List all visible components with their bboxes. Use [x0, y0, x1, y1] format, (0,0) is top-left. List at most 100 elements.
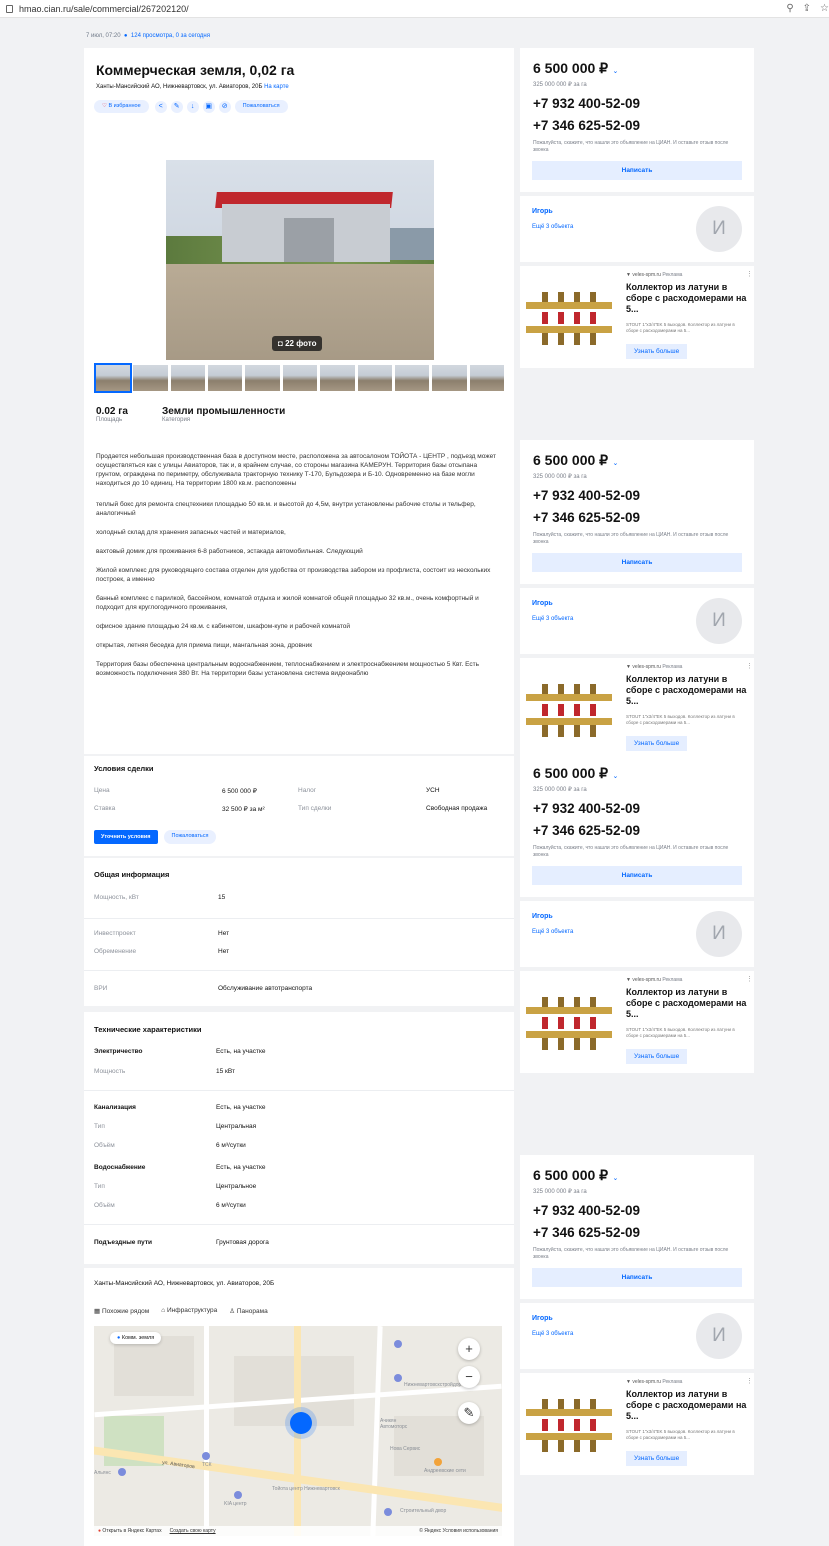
pin-icon: ●: [117, 1335, 121, 1341]
location-pin-icon[interactable]: [290, 1412, 312, 1434]
ruler-icon[interactable]: ✎: [458, 1402, 480, 1424]
views-count[interactable]: 124 просмотра, 0 за сегодня: [131, 33, 210, 39]
map-chip[interactable]: ● Комм. земля: [110, 1332, 162, 1344]
map-poi-icon[interactable]: [384, 1508, 392, 1516]
thumbnail[interactable]: [93, 363, 133, 393]
avatar[interactable]: И: [696, 911, 742, 957]
tab-panorama[interactable]: ♙ Панорама: [229, 1307, 267, 1315]
thumbnail[interactable]: [469, 365, 504, 391]
ad-learn-more-button[interactable]: Узнать больше: [626, 736, 688, 751]
print-icon[interactable]: ▣: [202, 100, 215, 113]
edit-icon[interactable]: ✎: [170, 100, 183, 113]
phone-number-secondary[interactable]: +7 346 625-52-09: [533, 823, 640, 838]
download-icon[interactable]: ↓: [186, 100, 199, 113]
thumbnail[interactable]: [394, 365, 430, 391]
ad-source[interactable]: ▼ veles-spm.ru Реклама: [626, 664, 682, 670]
thumbnail[interactable]: [208, 365, 243, 391]
favorite-button[interactable]: ♡ В избранное: [94, 100, 149, 113]
map[interactable]: ул. Авиаторов Тойота центр Нижневартовск…: [94, 1326, 502, 1536]
more-icon[interactable]: ⋮: [746, 975, 753, 983]
ad-learn-more-button[interactable]: Узнать больше: [626, 1451, 688, 1466]
phone-number-primary[interactable]: +7 932 400-52-09: [533, 1203, 640, 1218]
ad-card[interactable]: ▼ veles-spm.ru Реклама ⋮ Коллектор из лату…: [520, 1373, 754, 1475]
url-text[interactable]: hmao.cian.ru/sale/commercial/267202120/: [19, 4, 189, 14]
deal-complain-button[interactable]: Пожаловаться: [163, 830, 217, 844]
more-icon[interactable]: ⋮: [746, 662, 753, 670]
chevron-down-icon[interactable]: ⌄: [613, 68, 619, 75]
zoom-icon[interactable]: ⚲: [786, 3, 793, 14]
write-button[interactable]: Написать: [532, 161, 742, 180]
map-poi-icon[interactable]: [434, 1458, 442, 1466]
agent-more-link[interactable]: Ещё 3 объекта: [532, 616, 573, 622]
hide-icon[interactable]: ⊘: [218, 100, 231, 113]
phone-number-primary[interactable]: +7 932 400-52-09: [533, 801, 640, 816]
contact-card: 6 500 000 ₽ ⌄ 325 000 000 ₽ за га +7 932 4…: [520, 753, 754, 897]
tab-similar[interactable]: ▦ Похожие рядом: [94, 1307, 149, 1315]
thumbnail[interactable]: [357, 365, 392, 391]
deal-rate: 32 500 ₽ за м²: [222, 806, 265, 813]
more-icon[interactable]: ⋮: [746, 1377, 753, 1385]
ad-learn-more-button[interactable]: Узнать больше: [626, 1049, 688, 1064]
tab-infrastructure[interactable]: ⌂ Инфраструктура: [161, 1307, 217, 1315]
map-poi-icon[interactable]: [202, 1452, 210, 1460]
thumbnail[interactable]: [432, 365, 467, 391]
map-poi-icon[interactable]: [234, 1491, 242, 1499]
ad-source[interactable]: ▼ veles-spm.ru Реклама: [626, 977, 682, 983]
write-button[interactable]: Написать: [532, 553, 742, 572]
write-button[interactable]: Написать: [532, 866, 742, 885]
thumbnail[interactable]: [320, 365, 355, 391]
ad-source[interactable]: ▼ veles-spm.ru Реклама: [626, 1379, 682, 1385]
main-photo[interactable]: ◘ 22 фото: [166, 160, 434, 360]
ad-learn-more-button[interactable]: Узнать больше: [626, 344, 688, 359]
ad-card[interactable]: ▼ veles-spm.ru Реклама ⋮ Коллектор из лату…: [520, 658, 754, 760]
more-icon[interactable]: ⋮: [746, 270, 753, 278]
thumbnail[interactable]: [282, 365, 318, 391]
thumbnail[interactable]: [133, 365, 168, 391]
chevron-down-icon[interactable]: ⌄: [613, 1175, 619, 1182]
ad-card[interactable]: ▼ veles-spm.ru Реклама ⋮ Коллектор из лату…: [520, 971, 754, 1073]
complain-button[interactable]: Пожаловаться: [234, 100, 288, 113]
share-icon[interactable]: ⇪: [803, 3, 811, 14]
browser-address-bar[interactable]: hmao.cian.ru/sale/commercial/267202120/ …: [0, 0, 829, 18]
map-poi-icon[interactable]: [394, 1340, 402, 1348]
chevron-down-icon[interactable]: ⌄: [613, 773, 619, 780]
create-map-link[interactable]: Создать свою карту: [170, 1528, 216, 1534]
tech-title: Технические характеристики: [94, 1025, 202, 1034]
agent-more-link[interactable]: Ещё 3 объекта: [532, 224, 573, 230]
phone-number-secondary[interactable]: +7 346 625-52-09: [533, 1225, 640, 1240]
ad-title[interactable]: Коллектор из латуни в сборе с расходомер…: [626, 674, 750, 707]
ad-title[interactable]: Коллектор из латуни в сборе с расходомер…: [626, 1389, 750, 1422]
map-link[interactable]: На карте: [264, 84, 289, 90]
thumbnail[interactable]: [245, 365, 280, 391]
ad-card[interactable]: ▼ veles-spm.ru Реклама ⋮ Коллектор из лату…: [520, 266, 754, 368]
phone-number-primary[interactable]: +7 932 400-52-09: [533, 96, 640, 111]
avatar[interactable]: И: [696, 1313, 742, 1359]
ad-title[interactable]: Коллектор из латуни в сборе с расходомер…: [626, 282, 750, 315]
agent-name[interactable]: Игорь: [532, 1315, 553, 1322]
phone-number-secondary[interactable]: +7 346 625-52-09: [533, 118, 640, 133]
agent-more-link[interactable]: Ещё 3 объекта: [532, 1331, 573, 1337]
photo-count-badge[interactable]: ◘ 22 фото: [272, 336, 323, 351]
share-icon[interactable]: <: [154, 100, 167, 113]
agent-name[interactable]: Игорь: [532, 913, 553, 920]
agent-name[interactable]: Игорь: [532, 208, 553, 215]
ad-title[interactable]: Коллектор из латуни в сборе с расходомер…: [626, 987, 750, 1020]
map-poi-icon[interactable]: [394, 1374, 402, 1382]
open-yandex-link[interactable]: ● Открыть в Яндекс Картах: [98, 1528, 162, 1534]
map-terms[interactable]: © Яндекс Условия использования: [419, 1528, 498, 1534]
map-poi-icon[interactable]: [118, 1468, 126, 1476]
ad-source[interactable]: ▼ veles-spm.ru Реклама: [626, 272, 682, 278]
thumbnail[interactable]: [170, 365, 206, 391]
avatar[interactable]: И: [696, 206, 742, 252]
agent-name[interactable]: Игорь: [532, 600, 553, 607]
clarify-terms-button[interactable]: Уточнить условия: [94, 830, 158, 844]
star-icon[interactable]: ☆: [820, 3, 829, 14]
write-button[interactable]: Написать: [532, 1268, 742, 1287]
phone-number-secondary[interactable]: +7 346 625-52-09: [533, 510, 640, 525]
phone-number-primary[interactable]: +7 932 400-52-09: [533, 488, 640, 503]
zoom-out-button[interactable]: −: [458, 1366, 480, 1388]
avatar[interactable]: И: [696, 598, 742, 644]
chevron-down-icon[interactable]: ⌄: [613, 460, 619, 467]
zoom-in-button[interactable]: +: [458, 1338, 480, 1360]
agent-more-link[interactable]: Ещё 3 объекта: [532, 929, 573, 935]
